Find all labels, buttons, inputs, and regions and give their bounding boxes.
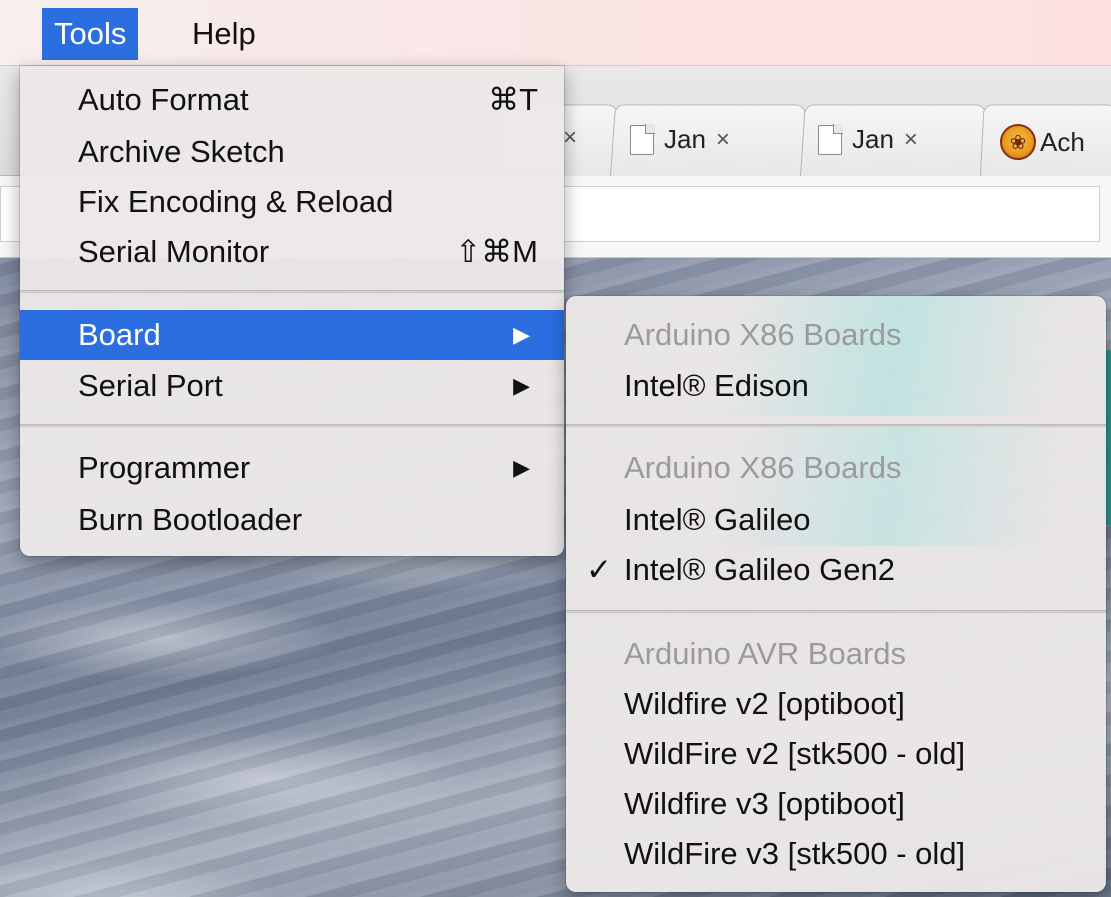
board-group-header: Arduino X86 Boards — [566, 444, 1106, 492]
tab-title: Jan — [664, 124, 706, 154]
menu-item-fix-encoding[interactable]: Fix Encoding & Reload — [20, 178, 564, 226]
menu-item-label: Auto Format — [78, 82, 249, 117]
tab-close-icon[interactable]: × — [904, 126, 918, 154]
keyboard-shortcut: ⇧⌘M — [455, 234, 538, 269]
board-option-intel-galileo[interactable]: Intel® Galileo — [566, 496, 1106, 544]
keyboard-shortcut: ⌘T — [488, 82, 538, 117]
board-option-wildfire-v2-optiboot[interactable]: Wildfire v2 [optiboot] — [566, 680, 1106, 728]
menu-help[interactable]: Help — [180, 8, 268, 60]
board-option-label: Intel® Galileo Gen2 — [624, 552, 895, 587]
board-option-label: Wildfire v2 [optiboot] — [624, 686, 905, 721]
board-option-label: WildFire v3 [stk500 - old] — [624, 836, 966, 871]
document-icon — [818, 124, 843, 155]
browser-tab-3-label: ❀ Ach — [1000, 124, 1085, 160]
browser-tab-1-label: Jan × — [630, 124, 730, 155]
browser-tab-2-label: Jan × — [818, 124, 918, 155]
menu-separator — [566, 610, 1106, 614]
menu-item-label: Programmer — [78, 450, 251, 485]
menu-item-label: Serial Monitor — [78, 234, 270, 269]
menu-item-label: Board — [78, 317, 161, 352]
menu-separator — [566, 424, 1106, 428]
board-option-wildfire-v3-optiboot[interactable]: Wildfire v3 [optiboot] — [566, 780, 1106, 828]
menu-item-archive-sketch[interactable]: Archive Sketch — [20, 128, 564, 176]
submenu-arrow-icon: ▶ — [513, 373, 530, 398]
group-header-label: Arduino X86 Boards — [624, 450, 902, 485]
board-option-intel-edison[interactable]: Intel® Edison — [566, 362, 1106, 410]
tab-title: Jan — [852, 124, 894, 154]
board-option-label: Intel® Galileo — [624, 502, 811, 537]
page-accent-strip — [1106, 350, 1111, 525]
tools-menu: Auto Format ⌘T Archive Sketch Fix Encodi… — [20, 66, 564, 556]
tree-logo-icon: ❀ — [1000, 124, 1036, 160]
checkmark-icon: ✓ — [586, 552, 612, 587]
board-group-header: Arduino X86 Boards — [566, 311, 1106, 359]
menu-tools[interactable]: Tools — [42, 8, 139, 60]
menu-bar: Tools Help — [0, 0, 1111, 66]
board-option-label: Wildfire v3 [optiboot] — [624, 786, 905, 821]
menu-item-serial-monitor[interactable]: Serial Monitor ⇧⌘M — [20, 228, 564, 276]
board-option-label: WildFire v2 [stk500 - old] — [624, 736, 966, 771]
submenu-arrow-icon: ▶ — [513, 322, 530, 347]
board-option-label: Intel® Edison — [624, 368, 809, 403]
menu-item-burn-bootloader[interactable]: Burn Bootloader — [20, 496, 564, 544]
menu-item-label: Burn Bootloader — [78, 502, 303, 537]
board-option-wildfire-v3-stk500[interactable]: WildFire v3 [stk500 - old] — [566, 830, 1106, 878]
board-group-header: Arduino AVR Boards — [566, 630, 1106, 678]
board-option-intel-galileo-gen2[interactable]: ✓ Intel® Galileo Gen2 — [566, 546, 1106, 594]
menu-item-board[interactable]: Board ▶ — [20, 310, 564, 360]
board-submenu: Arduino X86 Boards Intel® Edison Arduino… — [566, 296, 1106, 892]
group-header-label: Arduino AVR Boards — [624, 636, 907, 671]
submenu-arrow-icon: ▶ — [513, 455, 530, 480]
menu-item-programmer[interactable]: Programmer ▶ — [20, 444, 564, 492]
tab-title: Ach — [1040, 126, 1085, 157]
tab-close-icon[interactable]: × — [563, 124, 577, 152]
document-icon — [630, 124, 655, 155]
menu-item-label: Fix Encoding & Reload — [78, 184, 394, 219]
group-header-label: Arduino X86 Boards — [624, 317, 902, 352]
menu-item-label: Archive Sketch — [78, 134, 285, 169]
menu-separator — [20, 290, 564, 294]
menu-separator — [20, 424, 564, 428]
menu-item-auto-format[interactable]: Auto Format ⌘T — [20, 76, 564, 124]
board-option-wildfire-v2-stk500[interactable]: WildFire v2 [stk500 - old] — [566, 730, 1106, 778]
menu-item-label: Serial Port — [78, 368, 223, 403]
menu-item-serial-port[interactable]: Serial Port ▶ — [20, 362, 564, 410]
tab-close-icon[interactable]: × — [716, 126, 730, 154]
